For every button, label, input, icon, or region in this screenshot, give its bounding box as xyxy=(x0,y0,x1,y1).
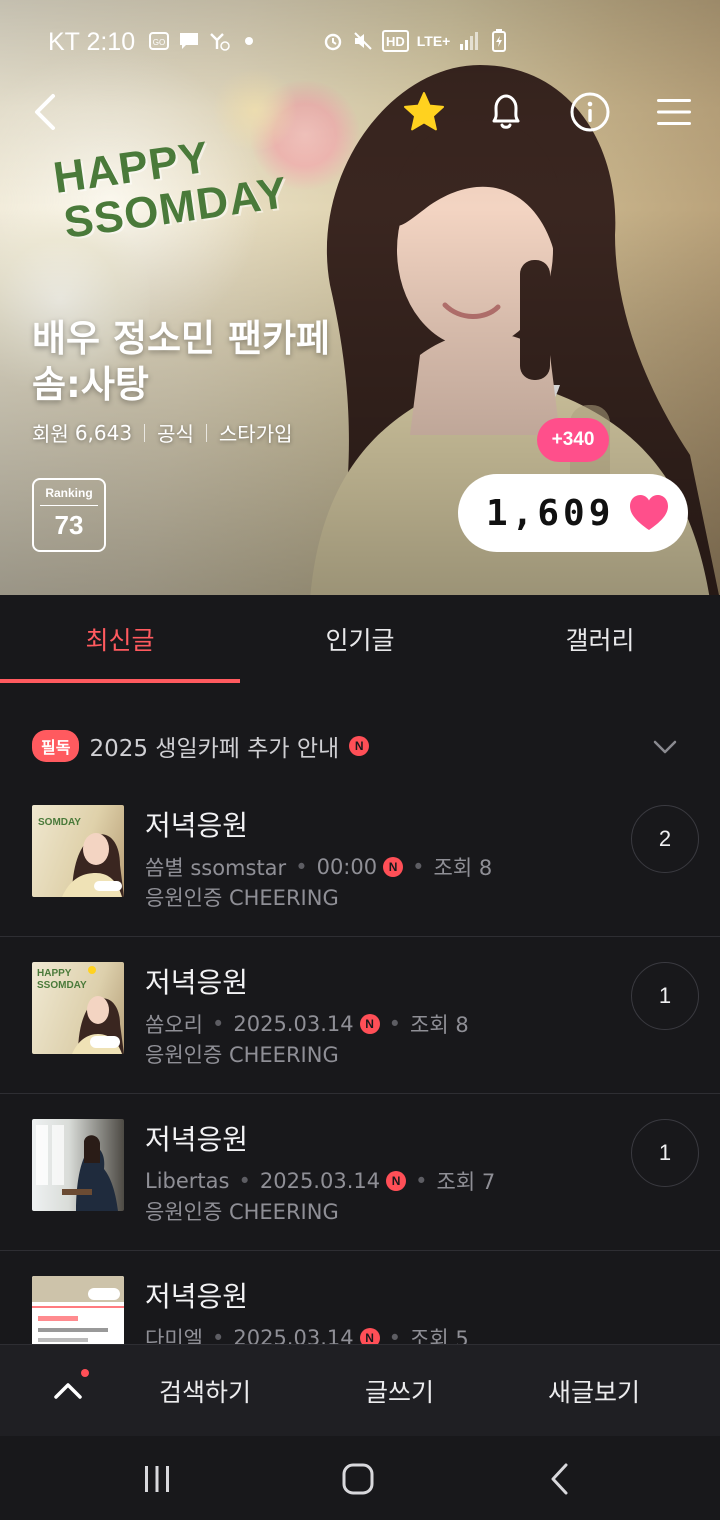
back-icon xyxy=(35,94,55,130)
post-thumbnail: SOMDAY xyxy=(32,805,124,897)
svg-text:SOMDAY: SOMDAY xyxy=(38,817,81,828)
missed-call-icon xyxy=(208,30,230,52)
system-navigation-bar xyxy=(0,1436,720,1520)
board-tabs: 최신글 인기글 갤러리 xyxy=(0,595,720,683)
post-meta: 쏨오리 • 2025.03.14 N • 조회 8 xyxy=(145,1009,469,1039)
svg-text:GO: GO xyxy=(153,38,165,47)
cafe-info-button[interactable] xyxy=(562,84,618,140)
svg-text:SSOMDAY: SSOMDAY xyxy=(37,980,87,991)
status-time: KT 2:10 xyxy=(48,28,136,56)
lte-plus-icon: LTE+ xyxy=(416,33,451,49)
likes-delta-badge: +340 xyxy=(537,418,609,462)
post-title: 저녁응원 xyxy=(145,1280,249,1313)
notification-button[interactable] xyxy=(478,84,534,140)
favorite-button[interactable] xyxy=(396,84,452,140)
post-item[interactable]: SOMDAY 저녁응원 쏨별 ssomstar • 00:00 N • 조회 8… xyxy=(0,780,720,937)
post-views: 조회 8 xyxy=(433,856,493,880)
post-meta: 쏨별 ssomstar • 00:00 N • 조회 8 xyxy=(145,852,492,882)
search-button[interactable]: 검색하기 xyxy=(159,1373,251,1409)
post-views: 조회 8 xyxy=(410,1013,469,1037)
ranking-badge[interactable]: Ranking 73 xyxy=(32,478,106,552)
official-tag: 공식 xyxy=(157,422,194,446)
post-list: SOMDAY 저녁응원 쏨별 ssomstar • 00:00 N • 조회 8… xyxy=(0,780,720,1408)
chat-icon xyxy=(178,30,200,52)
comment-count[interactable]: 1 xyxy=(631,1119,699,1187)
alarm-icon xyxy=(322,30,344,52)
new-posts-button[interactable]: 새글보기 xyxy=(548,1373,640,1409)
comment-count[interactable]: 2 xyxy=(631,805,699,873)
new-badge: N xyxy=(383,857,404,877)
heart-icon xyxy=(630,495,668,530)
post-category: 응원인증 CHEERING xyxy=(145,886,339,910)
menu-icon xyxy=(657,99,691,125)
cafe-title-line2: 솜:사탕 xyxy=(32,363,149,406)
back-button[interactable] xyxy=(18,84,74,140)
members-label: 회원 xyxy=(32,422,69,446)
pinned-notice[interactable]: 필독 2025 생일카페 추가 안내 N xyxy=(0,715,720,777)
mute-icon xyxy=(352,30,374,52)
home-icon xyxy=(342,1463,374,1495)
likes-count: 1,609 xyxy=(486,492,615,534)
post-item[interactable]: 저녁응원 Libertas • 2025.03.14 N • 조회 7 응원인증… xyxy=(0,1094,720,1251)
post-meta: Libertas • 2025.03.14 N • 조회 7 xyxy=(145,1166,495,1196)
chevron-down-icon[interactable] xyxy=(652,734,678,760)
bottom-action-bar: 검색하기 글쓰기 새글보기 xyxy=(0,1344,720,1436)
tab-latest[interactable]: 최신글 xyxy=(0,595,240,683)
gallery-notification-icon: GO xyxy=(148,30,170,52)
post-category: 응원인증 CHEERING xyxy=(145,1043,339,1067)
post-item[interactable]: HAPPY SSOMDAY 저녁응원 쏨오리 • 2025.03.14 N • 조… xyxy=(0,937,720,1094)
status-bar: KT 2:10 GO HD LTE+ xyxy=(0,24,720,64)
new-badge: N xyxy=(349,736,370,756)
comment-count[interactable]: 1 xyxy=(631,962,699,1030)
dot-icon xyxy=(238,30,260,52)
post-date: 00:00 xyxy=(316,855,378,879)
star-joined-tag: 스타가입 xyxy=(218,422,293,446)
post-date: 2025.03.14 xyxy=(259,1169,381,1193)
write-button[interactable]: 글쓰기 xyxy=(365,1373,434,1409)
battery-charging-icon xyxy=(488,29,510,52)
cafe-meta: 회원 6,643 공식 스타가입 xyxy=(32,418,293,447)
recent-apps-icon xyxy=(145,1466,169,1492)
post-date: 2025.03.14 xyxy=(233,1012,354,1036)
new-badge: N xyxy=(386,1171,407,1191)
favorite-star-icon xyxy=(404,92,444,131)
notification-dot xyxy=(81,1369,89,1377)
cafe-title: 배우 정소민 팬카페 솜:사탕 xyxy=(32,316,330,408)
system-back-button[interactable] xyxy=(530,1454,590,1504)
post-category: 응원인증 CHEERING xyxy=(145,1200,339,1224)
ranking-divider xyxy=(40,505,98,506)
meta-divider xyxy=(144,423,146,442)
like-button[interactable]: 1,609 xyxy=(458,474,688,552)
menu-button[interactable] xyxy=(646,84,702,140)
cafe-header-banner: HAPPY SSOMDAY KT 2:10 GO HD LTE+ 배우 정소민 … xyxy=(0,0,720,595)
post-author: 쏨오리 xyxy=(145,1013,203,1037)
post-title: 저녁응원 xyxy=(145,1123,249,1156)
meta-divider xyxy=(205,423,207,442)
post-views: 조회 7 xyxy=(436,1170,496,1194)
notification-bell-icon xyxy=(492,94,520,129)
tab-gallery[interactable]: 갤러리 xyxy=(480,595,720,683)
must-read-badge: 필독 xyxy=(32,730,80,762)
post-title: 저녁응원 xyxy=(145,966,249,999)
recent-apps-button[interactable] xyxy=(127,1454,187,1504)
post-title: 저녁응원 xyxy=(145,809,249,842)
back-icon xyxy=(551,1463,568,1495)
info-icon xyxy=(570,92,610,132)
tab-popular[interactable]: 인기글 xyxy=(240,595,480,683)
post-author: Libertas xyxy=(145,1169,230,1193)
svg-text:HAPPY: HAPPY xyxy=(37,968,72,979)
home-button[interactable] xyxy=(328,1454,388,1504)
chevron-up-icon xyxy=(54,1383,82,1399)
members-count: 6,643 xyxy=(74,420,133,445)
post-thumbnail xyxy=(32,1119,124,1211)
hd-voice-icon: HD xyxy=(382,30,409,52)
ranking-value: 73 xyxy=(54,510,84,540)
signal-icon xyxy=(458,30,480,52)
cafe-title-line1: 배우 정소민 팬카페 xyxy=(32,317,331,360)
post-thumbnail: HAPPY SSOMDAY xyxy=(32,962,124,1054)
new-badge: N xyxy=(359,1014,380,1034)
ranking-label: Ranking xyxy=(45,486,93,500)
notice-title: 2025 생일카페 추가 안내 xyxy=(89,736,340,762)
post-author: 쏨별 ssomstar xyxy=(145,856,287,880)
